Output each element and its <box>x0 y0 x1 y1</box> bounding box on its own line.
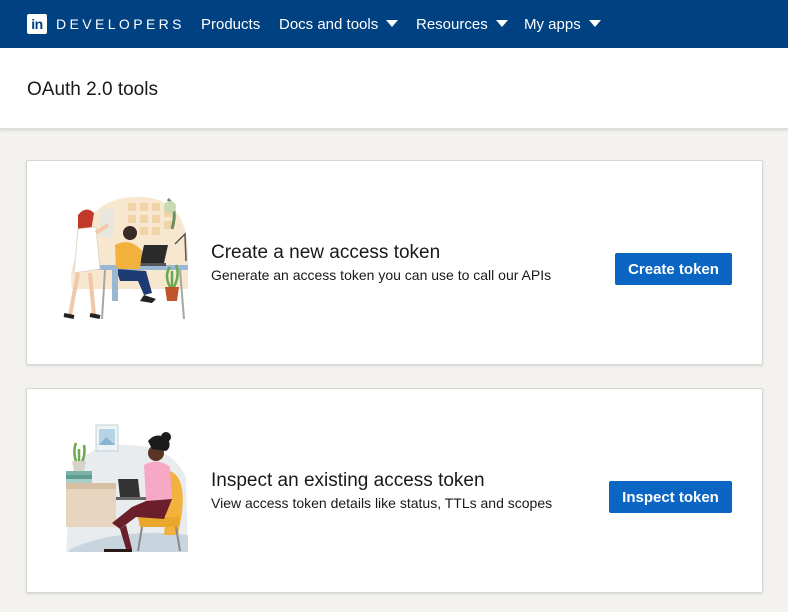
developers-brand[interactable]: in DEVELOPERS <box>27 14 185 34</box>
inspect-token-card: Inspect an existing access token View ac… <box>26 388 763 593</box>
nav-item-label: Resources <box>416 15 488 33</box>
person-reviewing-laptop-illustration <box>66 424 188 552</box>
inspect-token-button[interactable]: Inspect token <box>609 481 732 513</box>
card-description: View access token details like status, T… <box>211 495 553 511</box>
nav-item-resources[interactable]: Resources <box>416 0 508 48</box>
nav-item-products[interactable]: Products <box>201 0 260 48</box>
card-title: Inspect an existing access token <box>211 470 485 491</box>
page-header: OAuth 2.0 tools <box>0 48 788 129</box>
nav-item-my-apps[interactable]: My apps <box>524 0 601 48</box>
team-working-illustration <box>63 196 188 320</box>
nav-item-label: Docs and tools <box>279 15 379 33</box>
caret-down-icon <box>495 20 508 27</box>
card-description: Generate an access token you can use to … <box>211 267 552 283</box>
nav-item-label: Products <box>201 15 261 33</box>
caret-down-icon <box>588 20 601 27</box>
card-title: Create a new access token <box>211 242 441 263</box>
top-navbar: in DEVELOPERS Products Docs and tools Re… <box>0 0 788 48</box>
linkedin-logo-icon: in <box>27 14 47 34</box>
brand-logo-text: in <box>31 16 43 32</box>
brand-text: DEVELOPERS <box>56 16 185 32</box>
create-token-card: Create a new access token Generate an ac… <box>26 160 763 365</box>
nav-item-label: My apps <box>524 15 581 33</box>
page-title: OAuth 2.0 tools <box>27 79 158 100</box>
caret-down-icon <box>386 20 399 27</box>
create-token-button[interactable]: Create token <box>615 253 732 285</box>
nav-item-docs-and-tools[interactable]: Docs and tools <box>279 0 399 48</box>
